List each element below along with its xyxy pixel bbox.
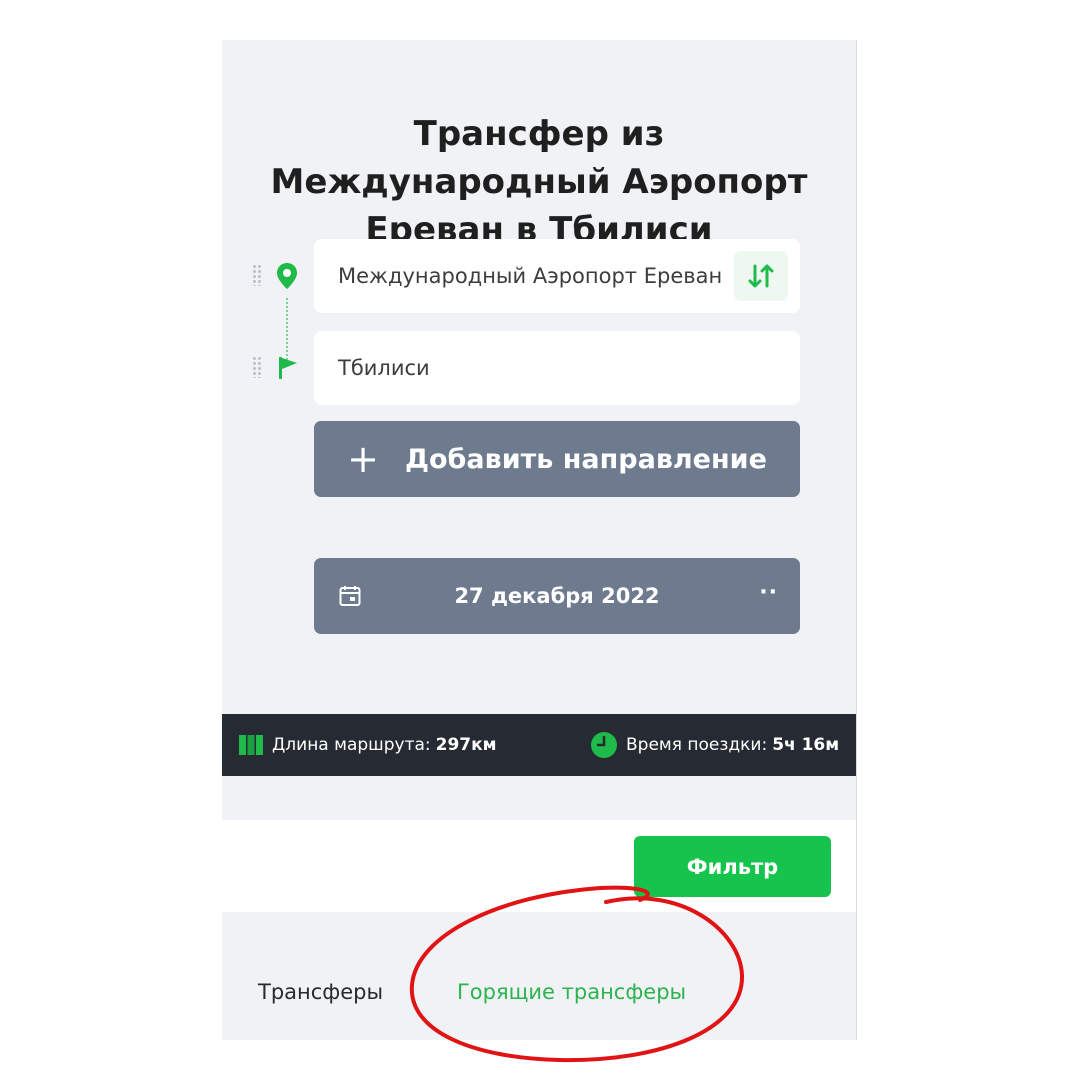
booking-panel: Трансфер из Международный Аэропорт Ерева… <box>222 40 857 1040</box>
map-pin-icon <box>277 263 297 289</box>
trip-time-label: Время поездки: <box>626 735 768 755</box>
route-length-label: Длина маршрута: <box>272 735 431 755</box>
route-length: Длина маршрута: 297км <box>238 714 497 776</box>
date-value: 27 декабря 2022 <box>454 584 660 608</box>
add-direction-button[interactable]: + Добавить направление <box>314 421 800 497</box>
filter-button[interactable]: Фильтр <box>634 836 831 897</box>
flag-icon <box>279 357 297 379</box>
route-length-value: 297км <box>435 735 497 755</box>
date-options-icon[interactable]: ·· <box>759 580 778 605</box>
to-field[interactable]: Тбилиси <box>314 331 800 405</box>
trip-time: Время поездки: 5ч 16м <box>590 714 839 776</box>
title-line-2: Международный Аэропорт <box>270 162 808 202</box>
route-connector <box>286 298 288 364</box>
date-picker-button[interactable]: 27 декабря 2022 ·· <box>314 558 800 634</box>
drag-handle-icon[interactable] <box>252 264 262 286</box>
plus-icon: + <box>347 437 379 481</box>
from-field[interactable]: Международный Аэропорт Ереван <box>314 239 800 313</box>
swap-arrows-icon <box>748 264 774 288</box>
map-icon <box>239 735 263 755</box>
swap-button[interactable] <box>734 251 788 301</box>
route-info-bar: Длина маршрута: 297км Время поездки: 5ч … <box>222 714 856 776</box>
to-field-value: Тбилиси <box>338 356 430 380</box>
from-field-value: Международный Аэропорт Ереван <box>338 264 723 288</box>
trip-time-value: 5ч 16м <box>772 735 840 755</box>
tab-transfers[interactable]: Трансферы <box>258 980 383 1004</box>
calendar-icon <box>339 586 361 606</box>
tab-hot-transfers[interactable]: Горящие трансферы <box>457 980 686 1004</box>
add-direction-label: Добавить направление <box>404 443 767 475</box>
drag-handle-icon[interactable] <box>252 356 262 378</box>
clock-icon <box>591 732 617 758</box>
page-title: Трансфер из Международный Аэропорт Ерева… <box>222 110 856 254</box>
title-line-1: Трансфер из <box>413 114 665 154</box>
